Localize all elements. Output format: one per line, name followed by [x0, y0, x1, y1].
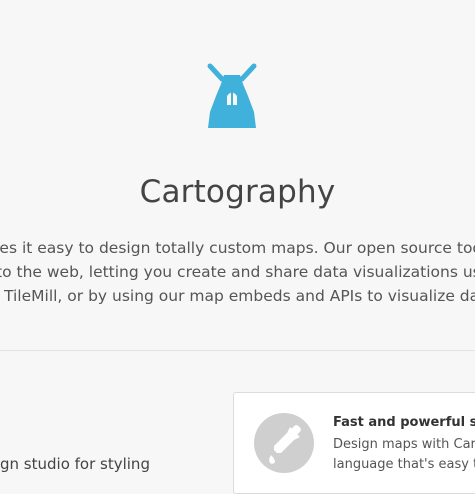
description-line: TileMill, or by using our map embeds and… — [4, 287, 475, 305]
hero-section: Cartography kes it easy to design totall… — [0, 0, 475, 350]
feature-text: gn studio for styling — [0, 455, 150, 473]
feature-card: Fast and powerful styling Design maps wi… — [233, 392, 475, 494]
page-title: Cartography — [139, 174, 336, 210]
description-line: kes it easy to design totally custom map… — [0, 239, 475, 257]
hero-description: kes it easy to design totally custom map… — [0, 236, 475, 308]
card-text: Design maps with CartoC — [333, 437, 475, 452]
card-title: Fast and powerful styling — [333, 415, 475, 430]
eyedropper-icon — [254, 413, 314, 473]
card-text: language that's easy to le — [333, 457, 475, 472]
description-line: to the web, letting you create and share… — [0, 263, 475, 281]
windmill-icon — [207, 63, 257, 128]
